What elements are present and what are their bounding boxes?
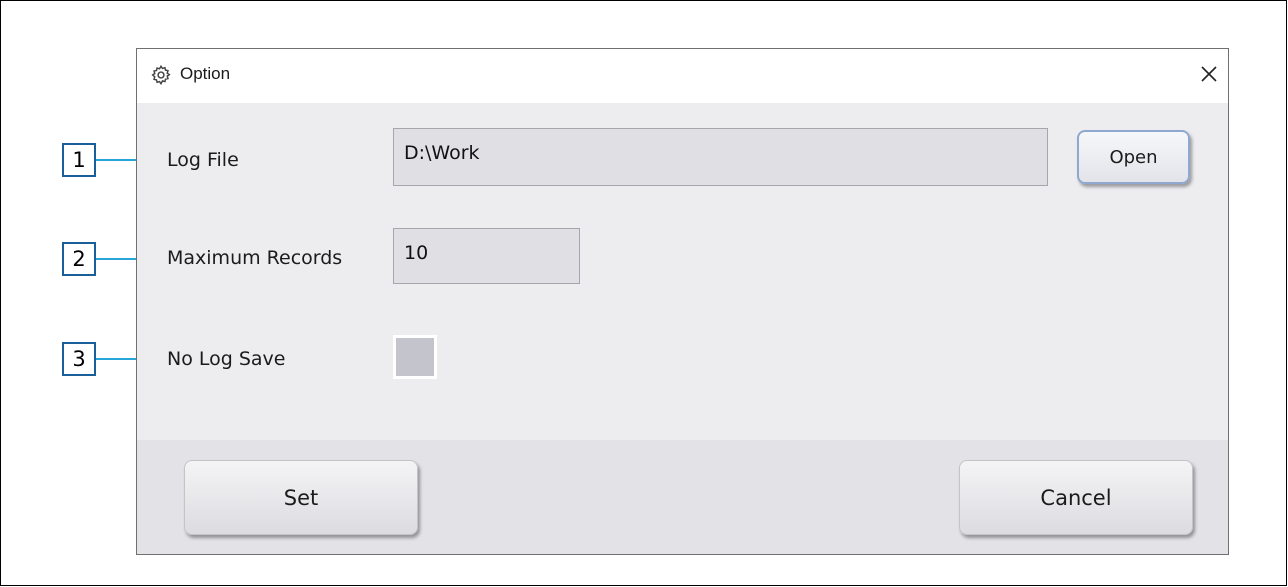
max-records-label: Maximum Records — [167, 247, 343, 269]
max-records-input[interactable]: 10 — [393, 228, 580, 284]
close-icon[interactable] — [1198, 63, 1220, 85]
no-log-save-checkbox[interactable] — [393, 335, 437, 379]
title-bar: Option — [137, 49, 1228, 103]
callout-3: 3 — [62, 342, 96, 376]
open-button[interactable]: Open — [1077, 130, 1190, 184]
callout-2: 2 — [62, 242, 96, 276]
log-file-input[interactable]: D:\Work — [393, 128, 1048, 186]
cancel-button[interactable]: Cancel — [959, 460, 1193, 535]
dialog-footer: Set Cancel — [137, 440, 1228, 554]
gear-icon — [151, 64, 171, 86]
log-file-label: Log File — [167, 149, 239, 171]
callout-1: 1 — [62, 143, 96, 177]
no-log-save-label: No Log Save — [167, 348, 286, 370]
dialog-content: Log File D:\Work Open Maximum Records 10… — [137, 103, 1228, 440]
dialog-title: Option — [180, 64, 231, 83]
option-dialog: Option Log File D:\Work Open Maximum Rec… — [136, 48, 1229, 555]
set-button[interactable]: Set — [184, 460, 418, 535]
